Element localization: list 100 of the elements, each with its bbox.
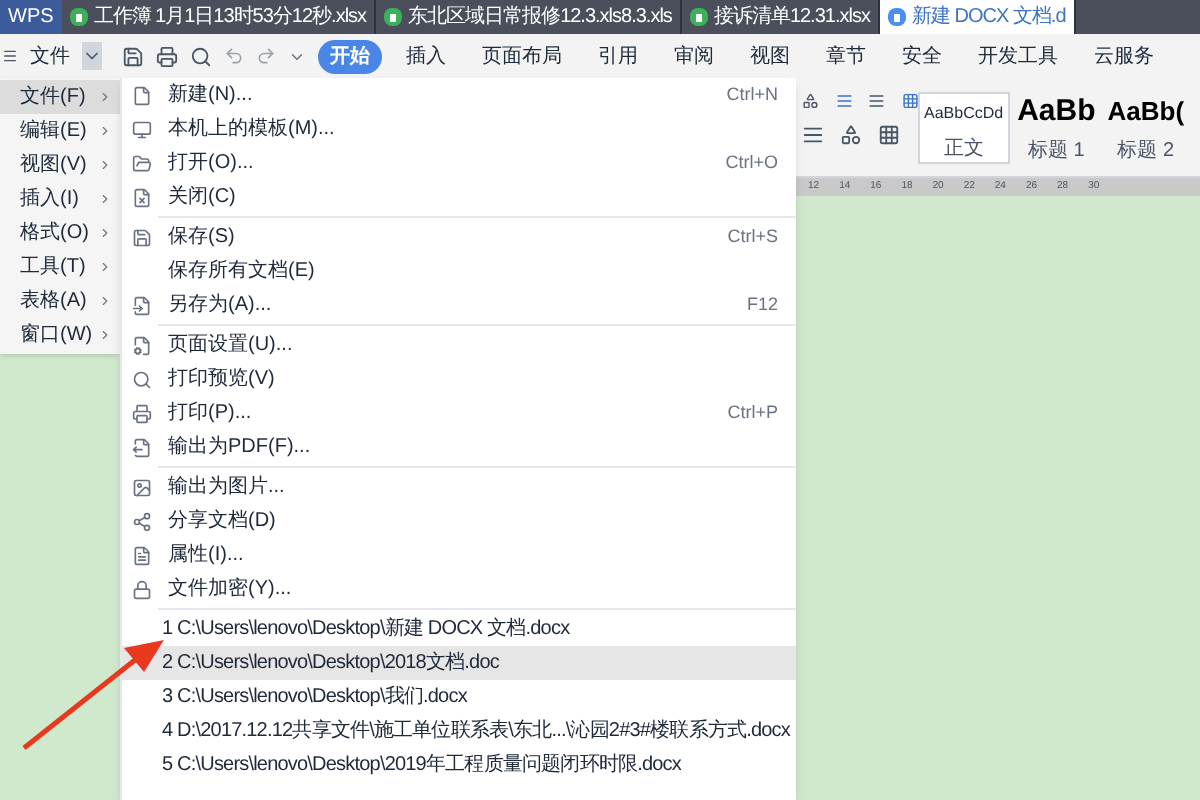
text-effect-icon[interactable] [802, 90, 819, 112]
menu-item[interactable]: 插入(I) [0, 182, 120, 216]
menu-item[interactable]: 窗口(W) [0, 318, 120, 352]
file-arrow-icon [132, 295, 152, 315]
shading-icon[interactable] [840, 124, 862, 146]
ribbon-tab[interactable]: 章节 [814, 39, 878, 73]
ribbon-tab[interactable]: 引用 [586, 39, 650, 73]
menu-label: 另存为(A)... [168, 291, 272, 320]
menu-item[interactable]: 保存(S) Ctrl+S [122, 220, 796, 254]
menu-label: 工具(T) [20, 254, 86, 282]
dropdown-icon[interactable] [82, 42, 102, 70]
menu-label: 表格(A) [20, 287, 87, 316]
ribbon-tab[interactable]: 开始 [318, 39, 382, 73]
file-export-icon [132, 437, 152, 457]
ribbon-tab[interactable]: 云服务 [1082, 39, 1166, 73]
style-preset[interactable]: AaBb( 标题 2 [1103, 92, 1189, 164]
style-preset[interactable]: AaBbCcDd 正文 [918, 92, 1010, 164]
ribbon-tab[interactable]: 页面布局 [470, 39, 574, 73]
pointer-arrow [20, 636, 164, 752]
menu-item[interactable]: 页面设置(U)... [122, 328, 796, 362]
menu-label: 页面设置(U)... [168, 331, 293, 360]
menu-item[interactable]: 本机上的模板(M)... [122, 112, 796, 146]
menu-label: 打印(P)... [168, 399, 252, 428]
recent-file-item[interactable]: 1 C:\Users\lenovo\Desktop\新建 DOCX 文档.docx [122, 612, 796, 646]
menu-icon[interactable] [2, 48, 18, 64]
menu-label: 格式(O) [20, 219, 89, 248]
ribbon-tab[interactable]: 开发工具 [966, 39, 1070, 73]
menu-label: 输出为图片... [168, 473, 285, 502]
menu-item[interactable]: 文件(F) [0, 80, 120, 114]
spreadsheet-icon [69, 8, 88, 26]
shortcut-label: Ctrl+S [727, 223, 778, 250]
shortcut-label: Ctrl+O [725, 149, 778, 176]
menu-item[interactable]: 打开(O)... Ctrl+O [122, 146, 796, 180]
recent-file-item[interactable]: 5 C:\Users\lenovo\Desktop\2019年工程质量问题闭环时限.docx [122, 748, 796, 782]
recent-file-item[interactable]: 4 D:\2017.12.12共享文件\施工单位联系表\东北...\沁园2#3#楼联系方式.docx [122, 714, 796, 748]
menu-item[interactable]: 属性(I)... [122, 538, 796, 572]
menu-label: 保存所有文档(E) [168, 257, 315, 286]
menu-label: 新建(N)... [168, 81, 253, 110]
shortcut-label: F12 [746, 291, 778, 318]
menu-item[interactable]: 打印(P)... Ctrl+P [122, 396, 796, 430]
menu-label: 文件(F) [20, 83, 86, 112]
document-icon [887, 8, 906, 26]
menu-item[interactable]: 文件加密(Y)... [122, 572, 796, 606]
recent-file-item[interactable]: 2 C:\Users\lenovo\Desktop\2018文档.doc [122, 646, 796, 680]
lock-icon [132, 579, 152, 599]
save-icon [132, 227, 152, 247]
print-icon [132, 403, 152, 423]
shortcut-label: Ctrl+N [726, 81, 778, 108]
menu-item[interactable]: 输出为PDF(F)... [122, 430, 796, 464]
menu-label: 窗口(W) [20, 321, 93, 350]
file-icon [132, 85, 152, 105]
menu-item[interactable]: 输出为图片... [122, 470, 796, 504]
menu-item[interactable]: 工具(T) [0, 250, 120, 284]
menu-label: 视图(V) [20, 151, 87, 180]
file-menu-button[interactable]: 文件 [30, 41, 70, 71]
spreadsheet-icon [384, 8, 403, 26]
spacing-icon[interactable] [868, 90, 885, 112]
border-icon[interactable] [878, 124, 900, 146]
menu-item[interactable]: 编辑(E) [0, 114, 120, 148]
menu-label: 保存(S) [168, 224, 235, 252]
menu-item[interactable]: 格式(O) [0, 216, 120, 250]
sort-icon[interactable] [835, 90, 852, 112]
spreadsheet-icon [689, 8, 708, 26]
menu-label: 关闭(C) [168, 183, 236, 212]
menu-label: 插入(I) [20, 185, 79, 214]
menu-item[interactable]: 视图(V) [0, 148, 120, 182]
table-icon[interactable] [901, 90, 918, 112]
save-icon[interactable] [122, 45, 144, 67]
recent-file-item[interactable]: 3 C:\Users\lenovo\Desktop\我们.docx [122, 680, 796, 714]
menu-label: 输出为PDF(F)... [168, 433, 311, 462]
file-x-icon [132, 187, 152, 207]
menu-label: 打印预览(V) [168, 365, 275, 394]
preview-icon[interactable] [190, 45, 212, 67]
shortcut-label: Ctrl+P [727, 399, 778, 426]
ribbon-tab[interactable]: 插入 [394, 39, 458, 73]
menu-label: 编辑(E) [20, 117, 87, 146]
menu-label: 本机上的模板(M)... [168, 115, 335, 144]
menu-item[interactable]: 分享文档(D) [122, 504, 796, 538]
print-icon[interactable] [156, 45, 178, 67]
menu-label: 文件加密(Y)... [168, 575, 292, 604]
ribbon-tab[interactable]: 安全 [890, 39, 954, 73]
menu-item[interactable]: 保存所有文档(E) [122, 254, 796, 288]
style-preset[interactable]: AaBb 标题 1 [1013, 92, 1100, 164]
folder-icon [132, 153, 152, 173]
menu-item[interactable]: 新建(N)... Ctrl+N [122, 78, 796, 112]
document-tab[interactable]: 新建 DOCX 文档.d [879, 0, 1076, 34]
menu-item[interactable]: 表格(A) [0, 284, 120, 318]
menu-label: 分享文档(D) [168, 507, 276, 536]
ribbon-tab[interactable]: 视图 [738, 39, 802, 73]
app-logo-tab[interactable]: WPS [0, 0, 62, 34]
menu-item[interactable]: 另存为(A)... F12 [122, 288, 796, 322]
monitor-icon [132, 119, 152, 139]
image-icon [132, 477, 152, 497]
menu-label: 属性(I)... [168, 541, 244, 570]
file-gear-icon [132, 335, 152, 355]
share-icon [132, 511, 152, 531]
menu-item[interactable]: 关闭(C) [122, 180, 796, 214]
ribbon-tab[interactable]: 审阅 [662, 39, 726, 73]
menu-item[interactable]: 打印预览(V) [122, 362, 796, 396]
list-icon[interactable] [802, 124, 824, 146]
